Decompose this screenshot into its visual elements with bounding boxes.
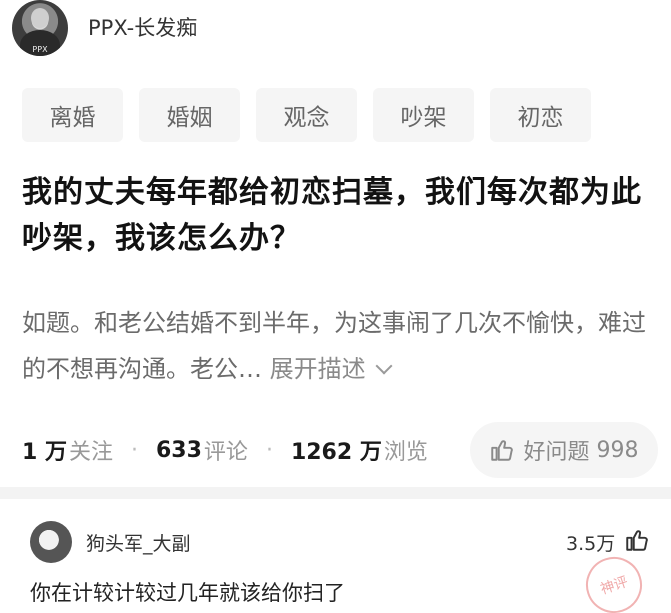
chevron-down-icon [375, 357, 393, 375]
comment-avatar[interactable] [30, 521, 72, 563]
avatar-label: PPX [32, 45, 48, 54]
tag-chip[interactable]: 初恋 [490, 88, 591, 142]
comment-label[interactable]: 评论 [204, 434, 248, 466]
comment-author[interactable]: 狗头军_大副 [86, 529, 191, 556]
like-icon [491, 440, 514, 461]
tag-chip[interactable]: 离婚 [22, 88, 123, 142]
post-header: PPX PPX-长发痴 [0, 0, 671, 64]
good-question-count: 998 [596, 437, 639, 463]
hot-comment-stamp: 神评 [578, 549, 650, 613]
question-description[interactable]: 如题。和老公结婚不到半年，为这事闹了几次不愉快，难过的不想再沟通。老公… 展开描… [22, 300, 662, 392]
expand-description-button[interactable]: 展开描述 [269, 355, 393, 383]
question-stats: 1 万 关注 · 633 评论 · 1262 万 浏览 [22, 428, 428, 472]
avatar-face [31, 8, 49, 28]
tag-list: 离婚 婚姻 观念 吵架 初恋 [22, 88, 591, 142]
good-question-button[interactable]: 好问题 998 [470, 422, 658, 478]
comment-count: 633 [155, 437, 202, 463]
view-count: 1262 万 [290, 440, 382, 465]
author-avatar[interactable]: PPX [12, 0, 68, 56]
view-label: 浏览 [383, 440, 428, 465]
good-question-label: 好问题 [523, 440, 590, 465]
section-divider [0, 487, 671, 499]
tag-chip[interactable]: 婚姻 [139, 88, 240, 142]
comment-text: 你在计较计较过几年就该给你扫了 [30, 581, 345, 605]
comment-like-count: 3.5万 [566, 533, 616, 555]
question-title[interactable]: 我的丈夫每年都给初恋扫墓，我们每次都为此吵架，我该怎么办？ [22, 170, 662, 262]
expand-label: 展开描述 [269, 355, 366, 383]
top-comment[interactable]: 狗头军_大副 3.5万 神评 你在计较计较过几年就该给你扫了 [0, 499, 671, 613]
tag-chip[interactable]: 吵架 [373, 88, 474, 142]
author-name[interactable]: PPX-长发痴 [88, 12, 197, 42]
thumb-up-icon[interactable] [624, 527, 650, 553]
follow-label[interactable]: 关注 [69, 434, 113, 466]
separator-dot: · [265, 437, 273, 463]
follow-count: 1 万 [22, 440, 67, 465]
separator-dot: · [130, 437, 138, 463]
tag-chip[interactable]: 观念 [256, 88, 357, 142]
